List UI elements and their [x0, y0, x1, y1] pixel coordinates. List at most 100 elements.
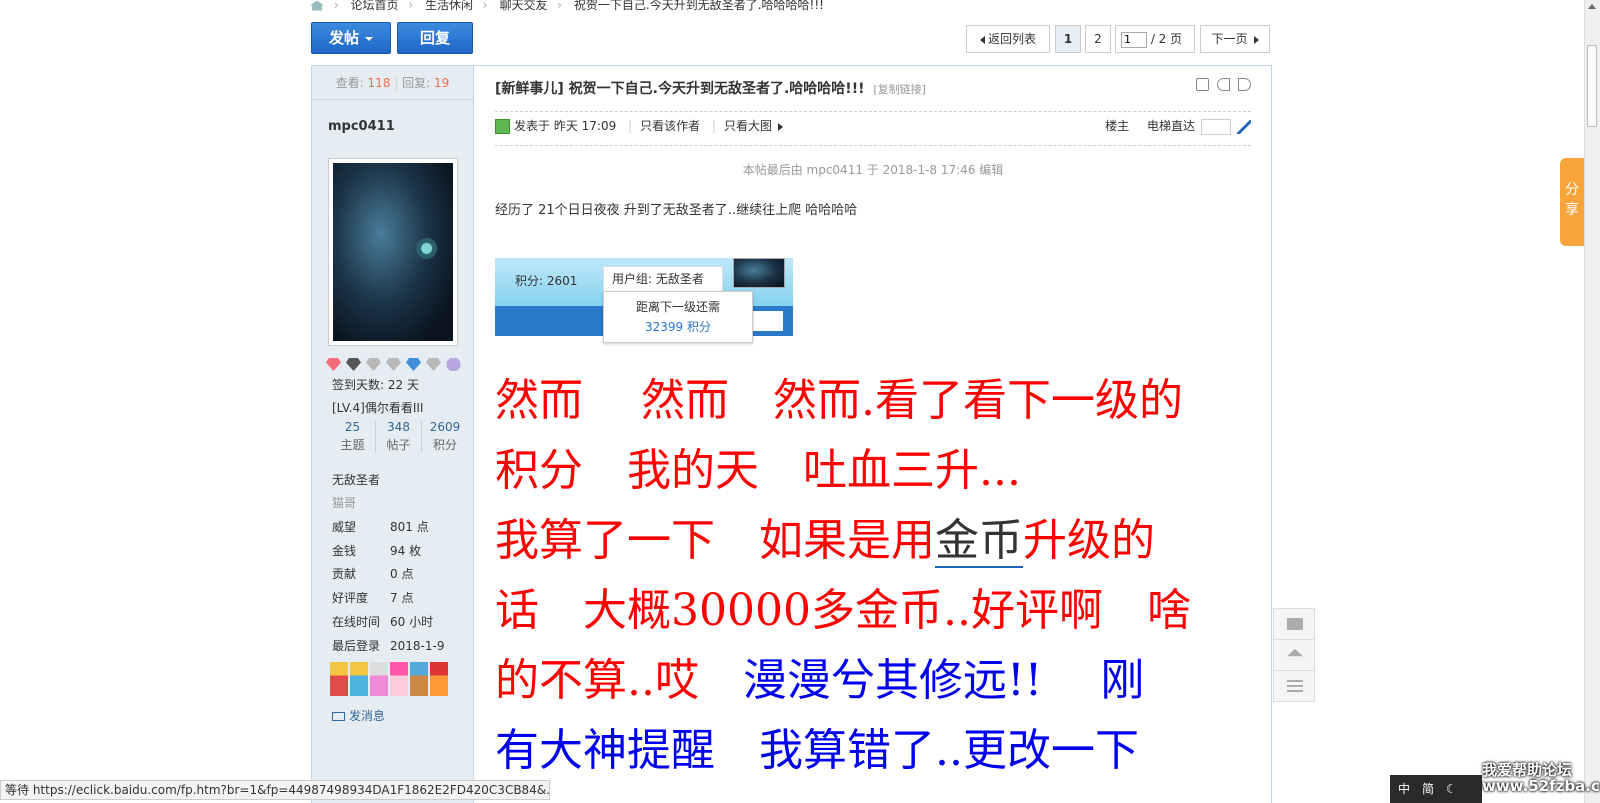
- arrow-right-icon: [1253, 35, 1259, 44]
- online-status-icon: [495, 119, 510, 134]
- prop-value: 2018-1-9: [390, 639, 445, 653]
- post-body-text: 经历了 21个日日夜夜 升到了无敌圣者了..继续往上爬 哈哈哈哈: [495, 203, 858, 218]
- prop-value: 801 点: [390, 520, 429, 534]
- title-tools: [1196, 78, 1251, 91]
- edited-note: 本帖最后由 mpc0411 于 2018-1-8 17:46 编辑: [742, 163, 1004, 177]
- comment-icon: [1287, 618, 1303, 630]
- send-message-label: 发消息: [349, 709, 386, 723]
- prop-key: 在线时间: [332, 615, 381, 629]
- medal-icon[interactable]: [330, 662, 348, 696]
- go-floor-icon[interactable]: [1237, 119, 1251, 134]
- ime-charset[interactable]: 简: [1422, 782, 1434, 796]
- thread-title: [新鲜事儿] 祝贺一下自己.今天升到无敌圣者了.哈哈哈哈!!! [复制链接]: [495, 78, 926, 98]
- page-1-button[interactable]: 1: [1055, 25, 1081, 53]
- post-container: 查看: 118 | 回复: 19 mpc0411 签到天数: 22 天 [LV.…: [311, 65, 1272, 803]
- prop-value: 94 枚: [390, 544, 422, 558]
- scrollbar-thumb[interactable]: [1587, 45, 1597, 127]
- diamond-icon: [326, 358, 341, 371]
- post-big-text: 然而 然而 然而.看了看下一级的 积分 我的天 吐血三升... 我算了一下 如果…: [495, 366, 1255, 786]
- count-value: 348: [387, 420, 410, 434]
- author-counts: 25 主题 348 帖子 2609 积分: [330, 420, 468, 453]
- count-posts[interactable]: 348 帖子: [376, 420, 422, 453]
- keyword-link[interactable]: 金币: [935, 515, 1023, 568]
- divider: [495, 111, 1251, 112]
- reply-button[interactable]: 回复: [397, 22, 473, 54]
- medal-icon[interactable]: [410, 662, 428, 696]
- quick-reply-button[interactable]: [1273, 608, 1315, 640]
- count-label: 积分: [432, 438, 457, 452]
- watermark-line2: www.52fzba.com: [1482, 777, 1600, 795]
- home-icon[interactable]: [310, 0, 324, 11]
- breadcrumb-item-forum[interactable]: 论坛首页: [350, 0, 398, 12]
- embed-popup: 距离下一级还需 32399 积分: [603, 291, 753, 343]
- watermark-line1: 我爱帮助论坛: [1482, 761, 1573, 779]
- embed-score: 积分: 2601: [515, 274, 578, 288]
- elevator-input[interactable]: [1201, 118, 1231, 135]
- breadcrumb-item-chat[interactable]: 聊天交友: [499, 0, 547, 12]
- prop-key: 威望: [332, 520, 357, 534]
- prop-key: 贡献: [332, 567, 357, 581]
- thread-stats: 查看: 118 | 回复: 19: [312, 66, 473, 100]
- views-count: 118: [367, 76, 391, 90]
- back-to-list-button[interactable]: 返回列表: [966, 25, 1050, 53]
- big-line: 有大神提醒 我算错了..更改一下: [495, 725, 1139, 776]
- rank-badges: [326, 358, 461, 371]
- print-icon[interactable]: [1196, 78, 1209, 91]
- big-line: 然而 然而 然而.看了看下一级的: [495, 375, 1183, 426]
- count-value: 2609: [429, 420, 461, 434]
- prop-row: 好评度 7 点: [332, 589, 413, 606]
- prop-value: 60 小时: [390, 615, 434, 629]
- only-big-image-link[interactable]: 只看大图: [724, 119, 772, 133]
- post-button[interactable]: 发帖: [311, 22, 391, 54]
- big-line: 积分 我的天 吐血三升...: [495, 445, 1021, 496]
- breadcrumb-item-thread[interactable]: 祝贺一下自己.今天升到无敌圣者了.哈哈哈哈!!!: [574, 0, 824, 12]
- back-to-top-button[interactable]: [1273, 639, 1315, 671]
- breadcrumb: › 论坛首页 › 生活休闲 › 聊天交友 › 祝贺一下自己.今天升到无敌圣者了.…: [310, 0, 830, 12]
- scroll-up-icon[interactable]: [1588, 4, 1596, 9]
- author-name[interactable]: mpc0411: [328, 119, 395, 134]
- count-points[interactable]: 2609 积分: [422, 420, 468, 453]
- prop-value: 7 点: [390, 591, 414, 605]
- back-to-list-label: 返回列表: [987, 32, 1036, 46]
- medal-icon[interactable]: [370, 662, 388, 696]
- prop-row: 在线时间 60 小时: [332, 613, 433, 630]
- avatar[interactable]: [328, 158, 458, 346]
- count-value: 25: [344, 420, 361, 434]
- prev-thread-icon[interactable]: [1217, 78, 1230, 91]
- share-tab[interactable]: 分享: [1560, 158, 1584, 246]
- replies-label: 回复:: [402, 76, 431, 90]
- next-thread-icon[interactable]: [1238, 78, 1251, 91]
- prop-value: 0 点: [390, 567, 414, 581]
- page-jump: / 2 页: [1115, 25, 1195, 53]
- question-icon[interactable]: [446, 358, 461, 371]
- post-image[interactable]: 积分: 2601 用户组: 无敌圣者 距离下一级还需 32399 积分: [495, 258, 793, 353]
- floor-tools: 楼主 电梯直达: [1105, 117, 1251, 135]
- count-topics[interactable]: 25 主题: [330, 420, 376, 453]
- only-author-link[interactable]: 只看该作者: [640, 119, 700, 133]
- moon-icon: ☾: [1446, 782, 1457, 796]
- views-label: 查看:: [335, 76, 364, 90]
- elevator-label: 电梯直达: [1146, 119, 1195, 133]
- ime-bar: 中简 ☾: [1390, 775, 1482, 803]
- author-group: 无敌圣者: [332, 473, 381, 487]
- floor-label: 楼主: [1105, 119, 1130, 133]
- list-icon: [1287, 680, 1303, 692]
- medal-icon[interactable]: [350, 662, 368, 696]
- page-2-button[interactable]: 2: [1085, 25, 1111, 53]
- back-to-list-float-button[interactable]: [1273, 670, 1315, 702]
- big-text-blue: 漫漫兮其修远!! 刚: [742, 655, 1145, 706]
- diamond-icon: [406, 358, 421, 371]
- send-message-link[interactable]: 发消息: [332, 707, 385, 724]
- status-bar: 等待 https://eclick.baidu.com/fp.htm?br=1&…: [0, 780, 550, 800]
- embed-avatar: [733, 258, 785, 288]
- post-button-label: 发帖: [328, 29, 359, 47]
- ime-mode[interactable]: 中: [1398, 782, 1410, 796]
- copy-link[interactable]: [复制链接]: [873, 83, 926, 96]
- count-label: 主题: [340, 438, 365, 452]
- breadcrumb-item-life[interactable]: 生活休闲: [425, 0, 473, 12]
- medal-icon[interactable]: [430, 662, 448, 696]
- medal-icon[interactable]: [390, 662, 408, 696]
- page-input[interactable]: [1121, 31, 1147, 48]
- next-page-button[interactable]: 下一页: [1200, 25, 1270, 53]
- thread-tag[interactable]: [新鲜事儿]: [495, 81, 564, 97]
